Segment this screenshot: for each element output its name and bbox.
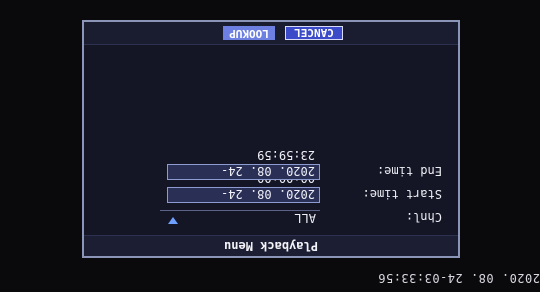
end-time-row: End time: 2020. 08. 24-23:59:59 (84, 148, 458, 180)
start-time-field[interactable]: 2020. 08. 24-00:00:00 (167, 171, 320, 203)
cancel-button[interactable]: CANCEL (285, 26, 343, 40)
lookup-button[interactable]: LOOKUP (223, 26, 275, 40)
chnl-label: Chnl: (405, 210, 442, 224)
start-time-row: Start time: 2020. 08. 24-00:00:00 (84, 171, 458, 203)
playback-menu-panel: Playback Menu Chnl: ALL Start time: 2020… (82, 20, 460, 258)
dvr-screen: Playback Menu Chnl: ALL Start time: 2020… (0, 0, 540, 292)
end-time-field[interactable]: 2020. 08. 24-23:59:59 (167, 148, 320, 180)
chnl-row: Chnl: ALL (84, 208, 458, 226)
button-bar: CANCEL LOOKUP (84, 22, 458, 45)
chnl-select[interactable]: ALL (160, 210, 320, 226)
end-time-label: End time: (376, 164, 442, 178)
dropdown-arrow-icon[interactable] (168, 217, 178, 224)
start-time-label: Start time: (362, 187, 442, 201)
chnl-value: ALL (294, 211, 316, 225)
end-time-value: 2020. 08. 24-23:59:59 (221, 148, 315, 178)
datetime-overlay: 2020. 08. 24-03:33:56 (377, 271, 540, 285)
menu-title: Playback Menu (84, 235, 458, 256)
